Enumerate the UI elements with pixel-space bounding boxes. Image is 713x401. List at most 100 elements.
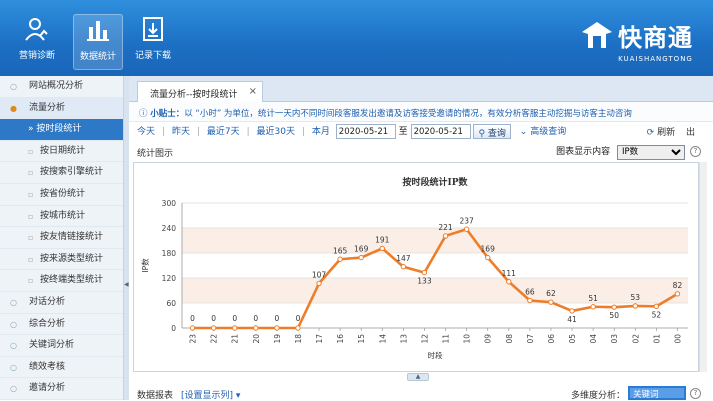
end-date-field[interactable]: 2020-05-21 — [410, 124, 471, 139]
data-point — [653, 303, 660, 310]
filter-this-month[interactable]: 本月 — [312, 124, 330, 137]
data-label: 0 — [274, 314, 279, 323]
collapse-arrow-icon: ◀ — [124, 281, 129, 288]
x-tick-label: 10 — [463, 334, 472, 344]
sidebar-item-label: 综合分析 — [29, 318, 66, 329]
x-tick-label: 19 — [273, 334, 282, 344]
data-label: 0 — [232, 314, 237, 323]
x-tick-label: 22 — [210, 334, 219, 344]
advanced-query-link[interactable]: ⌄ 高级查询 — [520, 124, 566, 137]
data-point — [485, 254, 491, 261]
data-point — [421, 269, 428, 276]
data-label: 82 — [673, 281, 683, 290]
data-point — [569, 308, 575, 314]
sidebar-item-comprehensive-analysis[interactable]: ○ 综合分析 — [0, 314, 123, 336]
resize-grip-icon[interactable]: ▲ — [407, 373, 429, 381]
x-tick-label: 13 — [399, 334, 408, 344]
filter-yesterday[interactable]: 昨天 — [172, 124, 190, 137]
data-point — [295, 325, 301, 331]
data-label: 52 — [652, 310, 662, 319]
sidebar-item-by-friend-link[interactable]: ▫ 按友情链接统计 — [0, 227, 123, 249]
sidebar-item-label: 按友情链接统计 — [40, 232, 104, 243]
sidebar-item-invite-analysis[interactable]: ○ 邀请分析 — [0, 378, 123, 400]
x-tick-label: 11 — [442, 334, 451, 344]
refresh-label[interactable]: 刷新 — [657, 128, 675, 138]
data-point — [337, 256, 343, 262]
download-icon — [143, 17, 163, 41]
keyword-dimension-button[interactable]: 关键词 — [628, 386, 686, 400]
display-content-select[interactable]: IP数 — [617, 144, 685, 160]
nav-label: 数据统计 — [79, 52, 116, 62]
help-icon[interactable]: ? — [690, 388, 701, 399]
sidebar-item-traffic-analysis[interactable]: ● 流量分析 — [0, 97, 123, 120]
data-label: 191 — [375, 235, 390, 244]
query-button[interactable]: ⚲ 查询 — [473, 124, 511, 139]
y-tick-label: 120 — [162, 274, 177, 283]
bar-chart-icon — [87, 21, 109, 41]
grid-band — [182, 228, 688, 253]
brand-logo-icon — [582, 22, 612, 48]
bullet-icon: ○ — [10, 297, 17, 307]
data-point — [442, 233, 449, 239]
x-tick-label: 21 — [231, 334, 240, 344]
y-tick-label: 300 — [162, 199, 177, 208]
sidebar-item-performance[interactable]: ○ 绩效考核 — [0, 357, 123, 379]
tip-bar: ⓘ 小贴士：以 “小时” 为单位，统计一天内不同时间段客服发出邀请及访客接受邀请… — [129, 102, 713, 122]
tab-by-hour[interactable]: 流量分析--按时段统计 × — [137, 81, 263, 102]
display-content-label: 图表显示内容 — [556, 147, 611, 157]
chart-title: 按时段统计IP数 — [403, 176, 469, 188]
sidebar-item-by-province[interactable]: ▫ 按省份统计 — [0, 184, 123, 206]
y-tick-label: 60 — [166, 299, 176, 308]
square-bullet-icon: ▫ — [28, 168, 34, 178]
data-label: 66 — [525, 288, 535, 297]
data-label: 62 — [546, 289, 556, 298]
sidebar-item-by-city[interactable]: ▫ 按城市统计 — [0, 206, 123, 228]
filter-today[interactable]: 今天 — [137, 124, 155, 137]
export-label[interactable]: 出 — [686, 128, 695, 138]
x-tick-label: 12 — [420, 334, 429, 344]
sidebar-item-by-terminal-type[interactable]: ▫ 按终端类型统计 — [0, 270, 123, 292]
sidebar-item-by-date[interactable]: ▫ 按日期统计 — [0, 141, 123, 163]
column-settings-link[interactable]: [设置显示列] ▾ — [181, 388, 240, 401]
data-label: 0 — [190, 314, 195, 323]
sidebar-item-by-search-engine[interactable]: ▫ 按搜索引擎统计 — [0, 162, 123, 184]
nav-marketing-diagnosis[interactable]: 营销诊断 — [14, 14, 60, 70]
data-label: 41 — [567, 315, 577, 324]
square-bullet-icon: ▫ — [28, 211, 34, 221]
refresh-icon[interactable]: ⟳ — [647, 128, 655, 138]
data-point — [527, 297, 533, 304]
help-icon[interactable]: ? — [690, 146, 701, 157]
filter-last-7-days[interactable]: 最近7天 — [207, 124, 240, 137]
y-tick-label: 0 — [171, 324, 176, 333]
sidebar-item-label: 流量分析 — [29, 102, 66, 113]
tip-icon: ⓘ — [139, 109, 151, 119]
divider: | — [301, 127, 306, 137]
bullet-icon: ● — [10, 103, 17, 113]
data-label: 237 — [459, 216, 474, 225]
close-icon[interactable]: × — [249, 86, 257, 97]
nav-record-download[interactable]: 记录下载 — [130, 14, 176, 70]
data-point — [316, 280, 322, 287]
sidebar-item-site-overview[interactable]: ○ 网站概况分析 — [0, 76, 123, 98]
sidebar-item-by-hour[interactable]: » 按时段统计 — [0, 119, 123, 141]
divider: | — [246, 127, 250, 137]
sidebar-item-keyword-analysis[interactable]: ○ 关键词分析 — [0, 335, 123, 357]
x-tick-label: 18 — [294, 334, 303, 344]
x-tick-label: 02 — [631, 334, 640, 344]
sidebar-item-dialog-analysis[interactable]: ○ 对话分析 — [0, 292, 123, 314]
data-point — [632, 303, 638, 309]
nav-label: 营销诊断 — [18, 51, 55, 61]
data-label: 221 — [438, 223, 453, 232]
y-tick-label: 180 — [162, 249, 177, 258]
search-icon: ⚲ — [478, 129, 486, 139]
data-label: 0 — [211, 314, 216, 323]
x-tick-label: 15 — [357, 334, 366, 344]
brand-english: KUAISHANGTONG — [618, 55, 693, 63]
start-date-field[interactable]: 2020-05-21 — [335, 124, 396, 139]
data-point — [506, 279, 512, 285]
sidebar-item-by-source-type[interactable]: ▫ 按来源类型统计 — [0, 249, 123, 271]
divider: | — [162, 127, 166, 137]
filter-last-30-days[interactable]: 最近30天 — [257, 124, 295, 137]
nav-data-statistics[interactable]: 数据统计 — [73, 14, 123, 70]
chart-scrollbar[interactable] — [699, 162, 707, 372]
